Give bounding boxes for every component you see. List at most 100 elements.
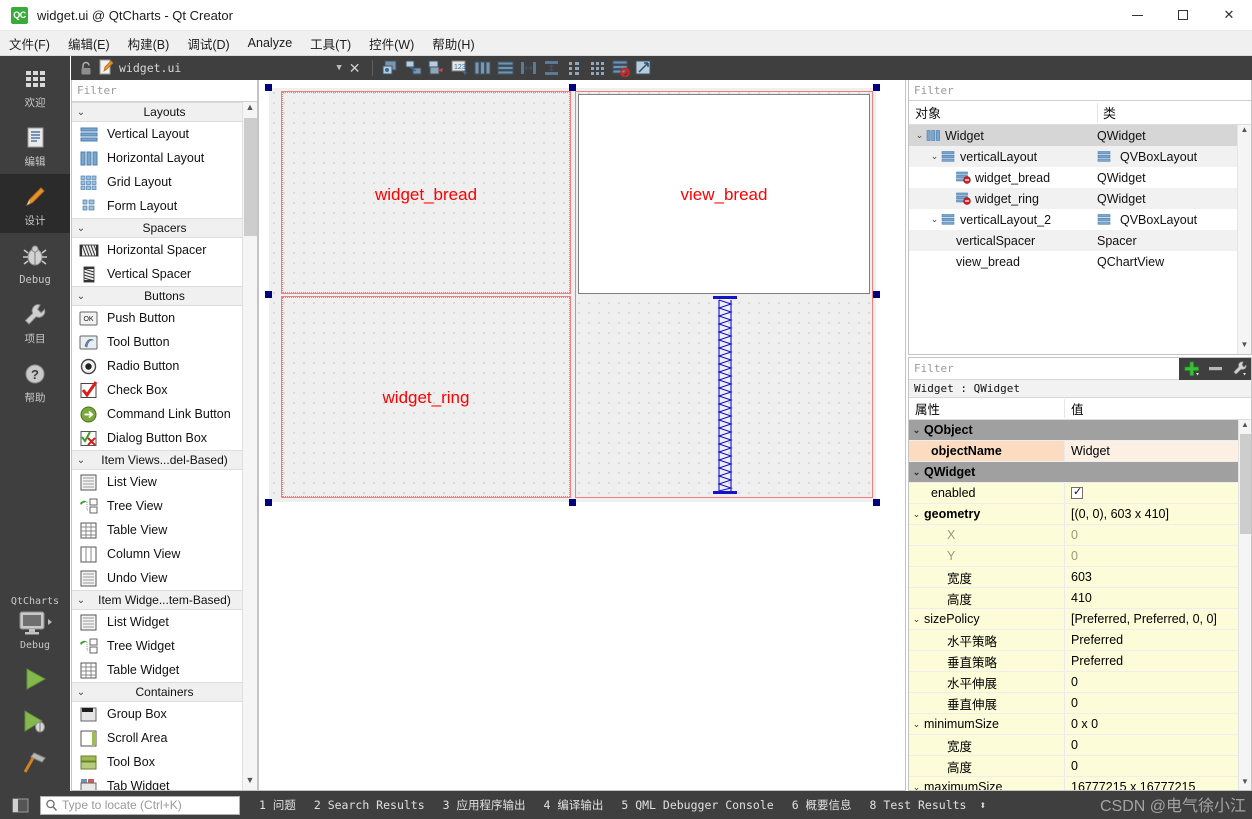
property-filter-input[interactable]: Filter	[909, 362, 1179, 375]
output-pane-app-output[interactable]: 3 应用程序输出	[434, 797, 535, 813]
menu-tools[interactable]: 工具(T)	[301, 31, 360, 56]
widget-item-table-widget[interactable]: Table Widget	[72, 658, 257, 682]
output-pane-compile-output[interactable]: 4 编译输出	[535, 797, 613, 813]
mode-debug[interactable]: Debug	[0, 233, 70, 292]
edit-tab-order-icon[interactable]: 123	[448, 58, 470, 78]
table-row[interactable]: ⌄ sizePolicy [Preferred, Preferred, 0, 0…	[909, 609, 1251, 630]
object-tree-body[interactable]: ⌄ Widget QWidget ⌄ verticalLayout QVBoxL…	[909, 125, 1251, 354]
table-row[interactable]: 水平伸展 0	[909, 672, 1251, 693]
open-document-selector[interactable]: widget.ui ▼	[98, 59, 342, 78]
output-pane-issues[interactable]: 1 问题	[250, 797, 305, 813]
property-value[interactable]: 0	[1071, 759, 1078, 773]
scroll-up-icon[interactable]: ▲	[1239, 420, 1251, 433]
widget-item-vertical-layout[interactable]: Vertical Layout	[72, 122, 257, 146]
scrollbar-thumb[interactable]	[1240, 434, 1251, 534]
layout-form-icon[interactable]	[563, 58, 585, 78]
build-button[interactable]	[12, 743, 58, 785]
close-button[interactable]: ✕	[1206, 0, 1252, 31]
vertical-spacer-widget[interactable]	[711, 296, 739, 494]
table-row[interactable]: 高度 0	[909, 756, 1251, 777]
resize-handle-top-right[interactable]	[873, 84, 880, 91]
widget-item-tab-widget[interactable]: Tab Widget	[72, 774, 257, 790]
mode-projects[interactable]: 项目	[0, 292, 70, 351]
form-root-widget[interactable]: widget_bread widget_ring view_bread	[265, 84, 880, 506]
widget-item-undo-view[interactable]: Undo View	[72, 566, 257, 590]
kit-selector[interactable]: QtCharts Debug	[11, 596, 59, 653]
chevron-down-icon[interactable]: ⌄	[928, 214, 941, 225]
configure-icon[interactable]	[1227, 358, 1251, 380]
table-row[interactable]: 水平策略 Preferred	[909, 630, 1251, 651]
close-document-icon[interactable]: ✕	[343, 60, 367, 77]
chevron-down-icon[interactable]: ⌄	[909, 782, 924, 791]
widget-box-scrollbar[interactable]: ▲ ▼	[242, 102, 257, 790]
layout-grid-icon[interactable]	[586, 58, 608, 78]
add-icon[interactable]	[1179, 358, 1203, 380]
property-value[interactable]: 410	[1071, 591, 1092, 605]
table-row[interactable]: ⌄ QObject	[909, 420, 1251, 441]
widget-box-filter-input[interactable]: Filter	[72, 80, 257, 102]
table-row[interactable]: Y 0	[909, 546, 1251, 567]
edit-buddies-icon[interactable]	[425, 58, 447, 78]
mode-design[interactable]: 设计	[0, 174, 70, 233]
layout-horizontally-icon[interactable]	[471, 58, 493, 78]
property-value[interactable]: Preferred	[1071, 633, 1123, 647]
table-row[interactable]: 宽度 603	[909, 567, 1251, 588]
chevron-down-icon[interactable]: ⌄	[909, 614, 924, 625]
scroll-down-icon[interactable]: ▼	[1238, 340, 1251, 354]
widget-item-horizontal-spacer[interactable]: Horizontal Spacer	[72, 238, 257, 262]
widget-item-scroll-area[interactable]: Scroll Area	[72, 726, 257, 750]
chevron-down-icon[interactable]: ⌄	[928, 151, 941, 162]
widget-item-push-button[interactable]: OK Push Button	[72, 306, 257, 330]
table-row[interactable]: 垂直伸展 0	[909, 693, 1251, 714]
table-row[interactable]: ⌄ QWidget	[909, 462, 1251, 483]
output-pane-test-results[interactable]: 8 Test Results	[861, 798, 976, 812]
resize-handle-top-center[interactable]	[569, 84, 576, 91]
mode-edit[interactable]: 编辑	[0, 115, 70, 174]
scroll-down-icon[interactable]: ▼	[1239, 777, 1251, 790]
widget-item-check-box[interactable]: Check Box	[72, 378, 257, 402]
object-tree-scrollbar[interactable]: ▲ ▼	[1237, 125, 1251, 354]
property-value[interactable]: Preferred	[1071, 654, 1123, 668]
property-value[interactable]: 16777215 x 16777215	[1071, 780, 1195, 790]
layout-horizontal-splitter-icon[interactable]	[517, 58, 539, 78]
enabled-checkbox[interactable]	[1071, 485, 1083, 499]
chevron-down-icon[interactable]: ⌄	[909, 425, 924, 436]
widget-item-list-widget[interactable]: List Widget	[72, 610, 257, 634]
chevron-down-icon[interactable]: ⌄	[913, 130, 926, 141]
lock-icon[interactable]	[75, 58, 97, 78]
menu-edit[interactable]: 编辑(E)	[59, 31, 119, 56]
table-row[interactable]: ⌄ Widget QWidget	[909, 125, 1251, 146]
scroll-up-icon[interactable]: ▲	[243, 102, 257, 117]
layout-vertical-splitter-icon[interactable]	[540, 58, 562, 78]
widget-group-containers[interactable]: ⌄ Containers	[72, 682, 257, 702]
property-value[interactable]: 603	[1071, 570, 1092, 584]
widget-item-column-view[interactable]: Column View	[72, 542, 257, 566]
table-row[interactable]: 宽度 0	[909, 735, 1251, 756]
chevron-down-icon[interactable]: ⌄	[909, 509, 924, 520]
chevron-down-icon[interactable]: ▼	[336, 63, 341, 73]
table-row[interactable]: X 0	[909, 525, 1251, 546]
widget-item-vertical-spacer[interactable]: Vertical Spacer	[72, 262, 257, 286]
widget-box-list[interactable]: ⌄ Layouts Vertical Layout Horizontal Lay…	[72, 102, 257, 790]
property-value[interactable]: [(0, 0), 603 x 410]	[1071, 507, 1169, 521]
menu-debug[interactable]: 调试(D)	[178, 31, 238, 56]
table-row[interactable]: 高度 410	[909, 588, 1251, 609]
widget-item-tree-view[interactable]: Tree View	[72, 494, 257, 518]
scroll-down-icon[interactable]: ▼	[243, 775, 257, 790]
widget-item-tree-widget[interactable]: Tree Widget	[72, 634, 257, 658]
remove-icon[interactable]	[1203, 358, 1227, 380]
property-value[interactable]: 0	[1071, 528, 1078, 542]
widget-item-dialog-button-box[interactable]: Dialog Button Box	[72, 426, 257, 450]
table-row[interactable]: ⌄ verticalLayout_2 QVBoxLayout	[909, 209, 1251, 230]
widget-item-form-layout[interactable]: Form Layout	[72, 194, 257, 218]
maximize-button[interactable]	[1160, 0, 1206, 31]
property-value[interactable]: Widget	[1071, 444, 1110, 458]
updown-arrows-icon[interactable]: ⬍	[975, 798, 990, 812]
minimize-button[interactable]	[1114, 0, 1160, 31]
widget-item-tool-box[interactable]: Tool Box	[72, 750, 257, 774]
property-value[interactable]: 0	[1071, 675, 1078, 689]
output-pane-search-results[interactable]: 2 Search Results	[305, 798, 434, 812]
widget-item-command-link-button[interactable]: Command Link Button	[72, 402, 257, 426]
table-row[interactable]: widget_ring QWidget	[909, 188, 1251, 209]
table-row[interactable]: view_bread QChartView	[909, 251, 1251, 272]
